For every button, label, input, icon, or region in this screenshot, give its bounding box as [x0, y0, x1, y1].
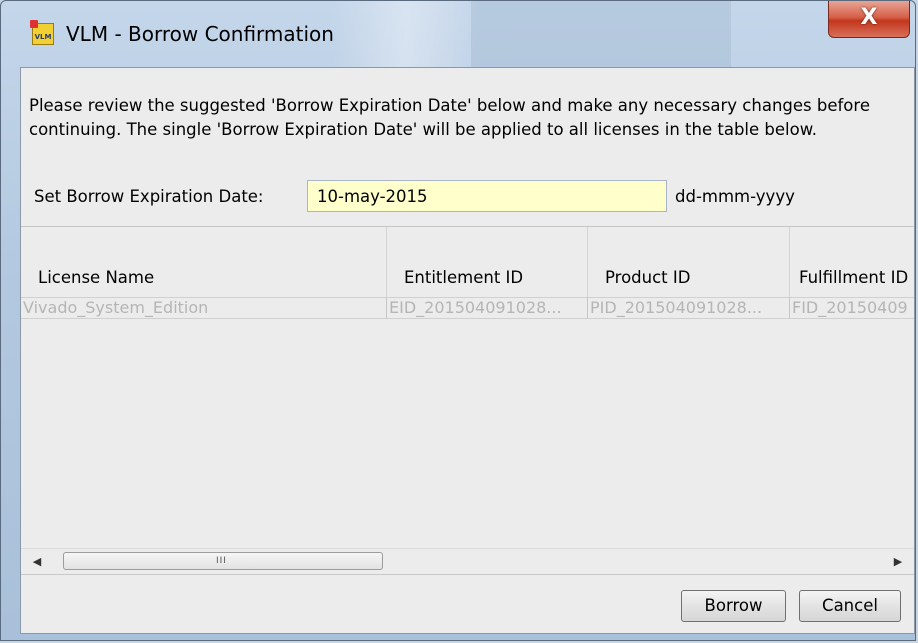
title-bar-glass [331, 1, 481, 67]
close-icon: X [860, 5, 878, 30]
scroll-right-icon[interactable]: ▶ [882, 549, 914, 574]
column-header-license-name[interactable]: License Name [21, 227, 387, 297]
scroll-left-icon[interactable]: ◀ [21, 549, 53, 574]
vlm-app-icon: VLM [30, 20, 54, 45]
dialog-content: Please review the suggested 'Borrow Expi… [20, 67, 915, 634]
cancel-button[interactable]: Cancel [799, 590, 901, 622]
column-header-fulfillment-id[interactable]: Fulfillment ID [790, 227, 914, 297]
column-header-label: Entitlement ID [404, 268, 524, 287]
table-cell: FID_20150409 [790, 297, 914, 319]
table-cell: Vivado_System_Edition [21, 297, 387, 319]
window-title: VLM - Borrow Confirmation [66, 22, 334, 46]
table-cell: PID_201504091028... [588, 297, 790, 319]
grip-icon: III [216, 556, 227, 566]
table-header: License Name Entitlement ID Product ID F… [21, 227, 914, 297]
table-cell: EID_201504091028... [387, 297, 588, 319]
title-bar[interactable]: VLM VLM - Borrow Confirmation X [1, 1, 915, 67]
borrow-confirmation-dialog: VLM VLM - Borrow Confirmation X Please r… [0, 0, 916, 641]
expiration-date-input[interactable] [307, 180, 667, 212]
column-header-label: Product ID [605, 268, 691, 287]
column-header-entitlement-id[interactable]: Entitlement ID [387, 227, 588, 297]
column-header-product-id[interactable]: Product ID [588, 227, 790, 297]
column-header-label: Fulfillment ID [799, 268, 909, 287]
date-format-hint: dd-mmm-yyyy [675, 187, 795, 206]
instructions-text: Please review the suggested 'Borrow Expi… [29, 96, 870, 139]
expiration-date-label: Set Borrow Expiration Date: [34, 187, 264, 206]
licenses-table: License Name Entitlement ID Product ID F… [21, 226, 914, 549]
borrow-button[interactable]: Borrow [681, 590, 786, 622]
horizontal-scrollbar[interactable]: ◀ III ▶ [21, 548, 914, 575]
column-header-label: License Name [38, 268, 155, 287]
close-button[interactable]: X [828, 1, 910, 38]
title-bar-glass-shade [471, 1, 731, 67]
scrollbar-thumb[interactable]: III [63, 552, 383, 570]
